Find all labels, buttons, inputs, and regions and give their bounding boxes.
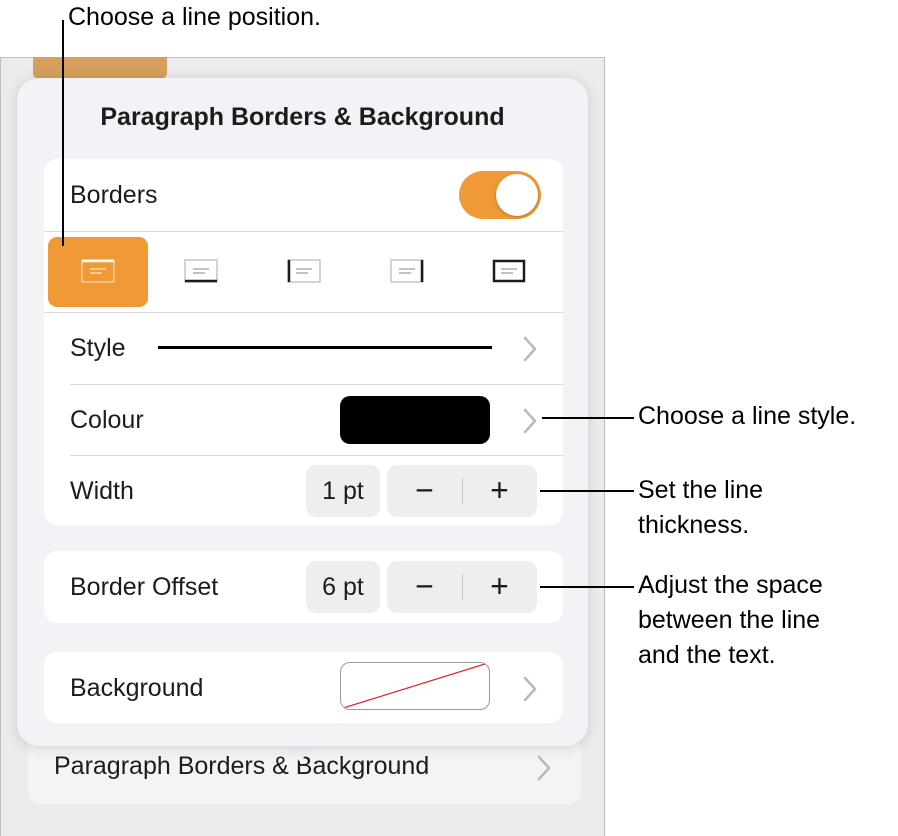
width-label: Width bbox=[70, 477, 134, 505]
position-left-button[interactable] bbox=[254, 237, 354, 307]
callout-line-style: Choose a line style. bbox=[638, 402, 857, 430]
background-group[interactable]: Background bbox=[44, 652, 563, 723]
border-offset-label: Border Offset bbox=[70, 573, 219, 601]
borders-toggle[interactable] bbox=[459, 171, 541, 219]
borders-group: Borders Style Colour Width 1 pt − + bbox=[44, 159, 563, 525]
colour-label: Colour bbox=[70, 406, 144, 434]
toggle-knob bbox=[496, 174, 538, 216]
background-swatch-none[interactable] bbox=[340, 662, 490, 710]
chevron-right-icon bbox=[537, 755, 551, 786]
line-position-row bbox=[44, 231, 563, 312]
callout-space-line1: Adjust the space bbox=[638, 571, 823, 599]
borders-row: Borders bbox=[44, 159, 563, 231]
border-offset-stepper: − + bbox=[387, 561, 537, 613]
width-increment-button[interactable]: + bbox=[462, 465, 537, 517]
chevron-right-icon bbox=[523, 336, 537, 367]
line-style-preview bbox=[158, 346, 492, 349]
chevron-right-icon bbox=[523, 408, 537, 439]
colour-row[interactable]: Colour bbox=[44, 384, 563, 455]
callout-leader-line-style bbox=[542, 417, 634, 419]
callout-thickness-line2: thickness. bbox=[638, 511, 750, 539]
callout-leader-line-position bbox=[62, 20, 64, 246]
paragraph-borders-popover: Paragraph Borders & Background Borders S… bbox=[17, 78, 588, 746]
callout-line-position: Choose a line position. bbox=[68, 3, 321, 31]
borders-label: Borders bbox=[70, 181, 158, 209]
callout-thickness-line1: Set the line bbox=[638, 476, 764, 504]
style-row[interactable]: Style bbox=[44, 312, 563, 384]
callout-leader-thickness bbox=[540, 490, 634, 492]
callout-space-line2: between the line bbox=[638, 606, 821, 634]
colour-swatch[interactable] bbox=[340, 396, 490, 444]
background-orange-tab bbox=[33, 57, 167, 79]
offset-increment-button[interactable]: + bbox=[462, 561, 537, 613]
border-offset-group: Border Offset 6 pt − + bbox=[44, 551, 563, 623]
style-label: Style bbox=[70, 334, 126, 362]
border-offset-value[interactable]: 6 pt bbox=[306, 561, 380, 613]
position-right-button[interactable] bbox=[357, 237, 457, 307]
popover-title: Paragraph Borders & Background bbox=[100, 103, 505, 131]
background-row-label: Paragraph Borders & Background bbox=[54, 752, 430, 780]
width-stepper: − + bbox=[387, 465, 537, 517]
callout-space-line3: and the text. bbox=[638, 641, 776, 669]
offset-decrement-button[interactable]: − bbox=[387, 561, 462, 613]
width-row: Width 1 pt − + bbox=[44, 455, 563, 525]
position-box-button[interactable] bbox=[459, 237, 559, 307]
chevron-right-icon bbox=[523, 676, 537, 707]
background-label: Background bbox=[70, 674, 204, 702]
width-value[interactable]: 1 pt bbox=[306, 465, 380, 517]
callout-leader-space bbox=[540, 586, 634, 588]
position-top-button[interactable] bbox=[48, 237, 148, 307]
position-bottom-button[interactable] bbox=[151, 237, 251, 307]
width-decrement-button[interactable]: − bbox=[387, 465, 462, 517]
